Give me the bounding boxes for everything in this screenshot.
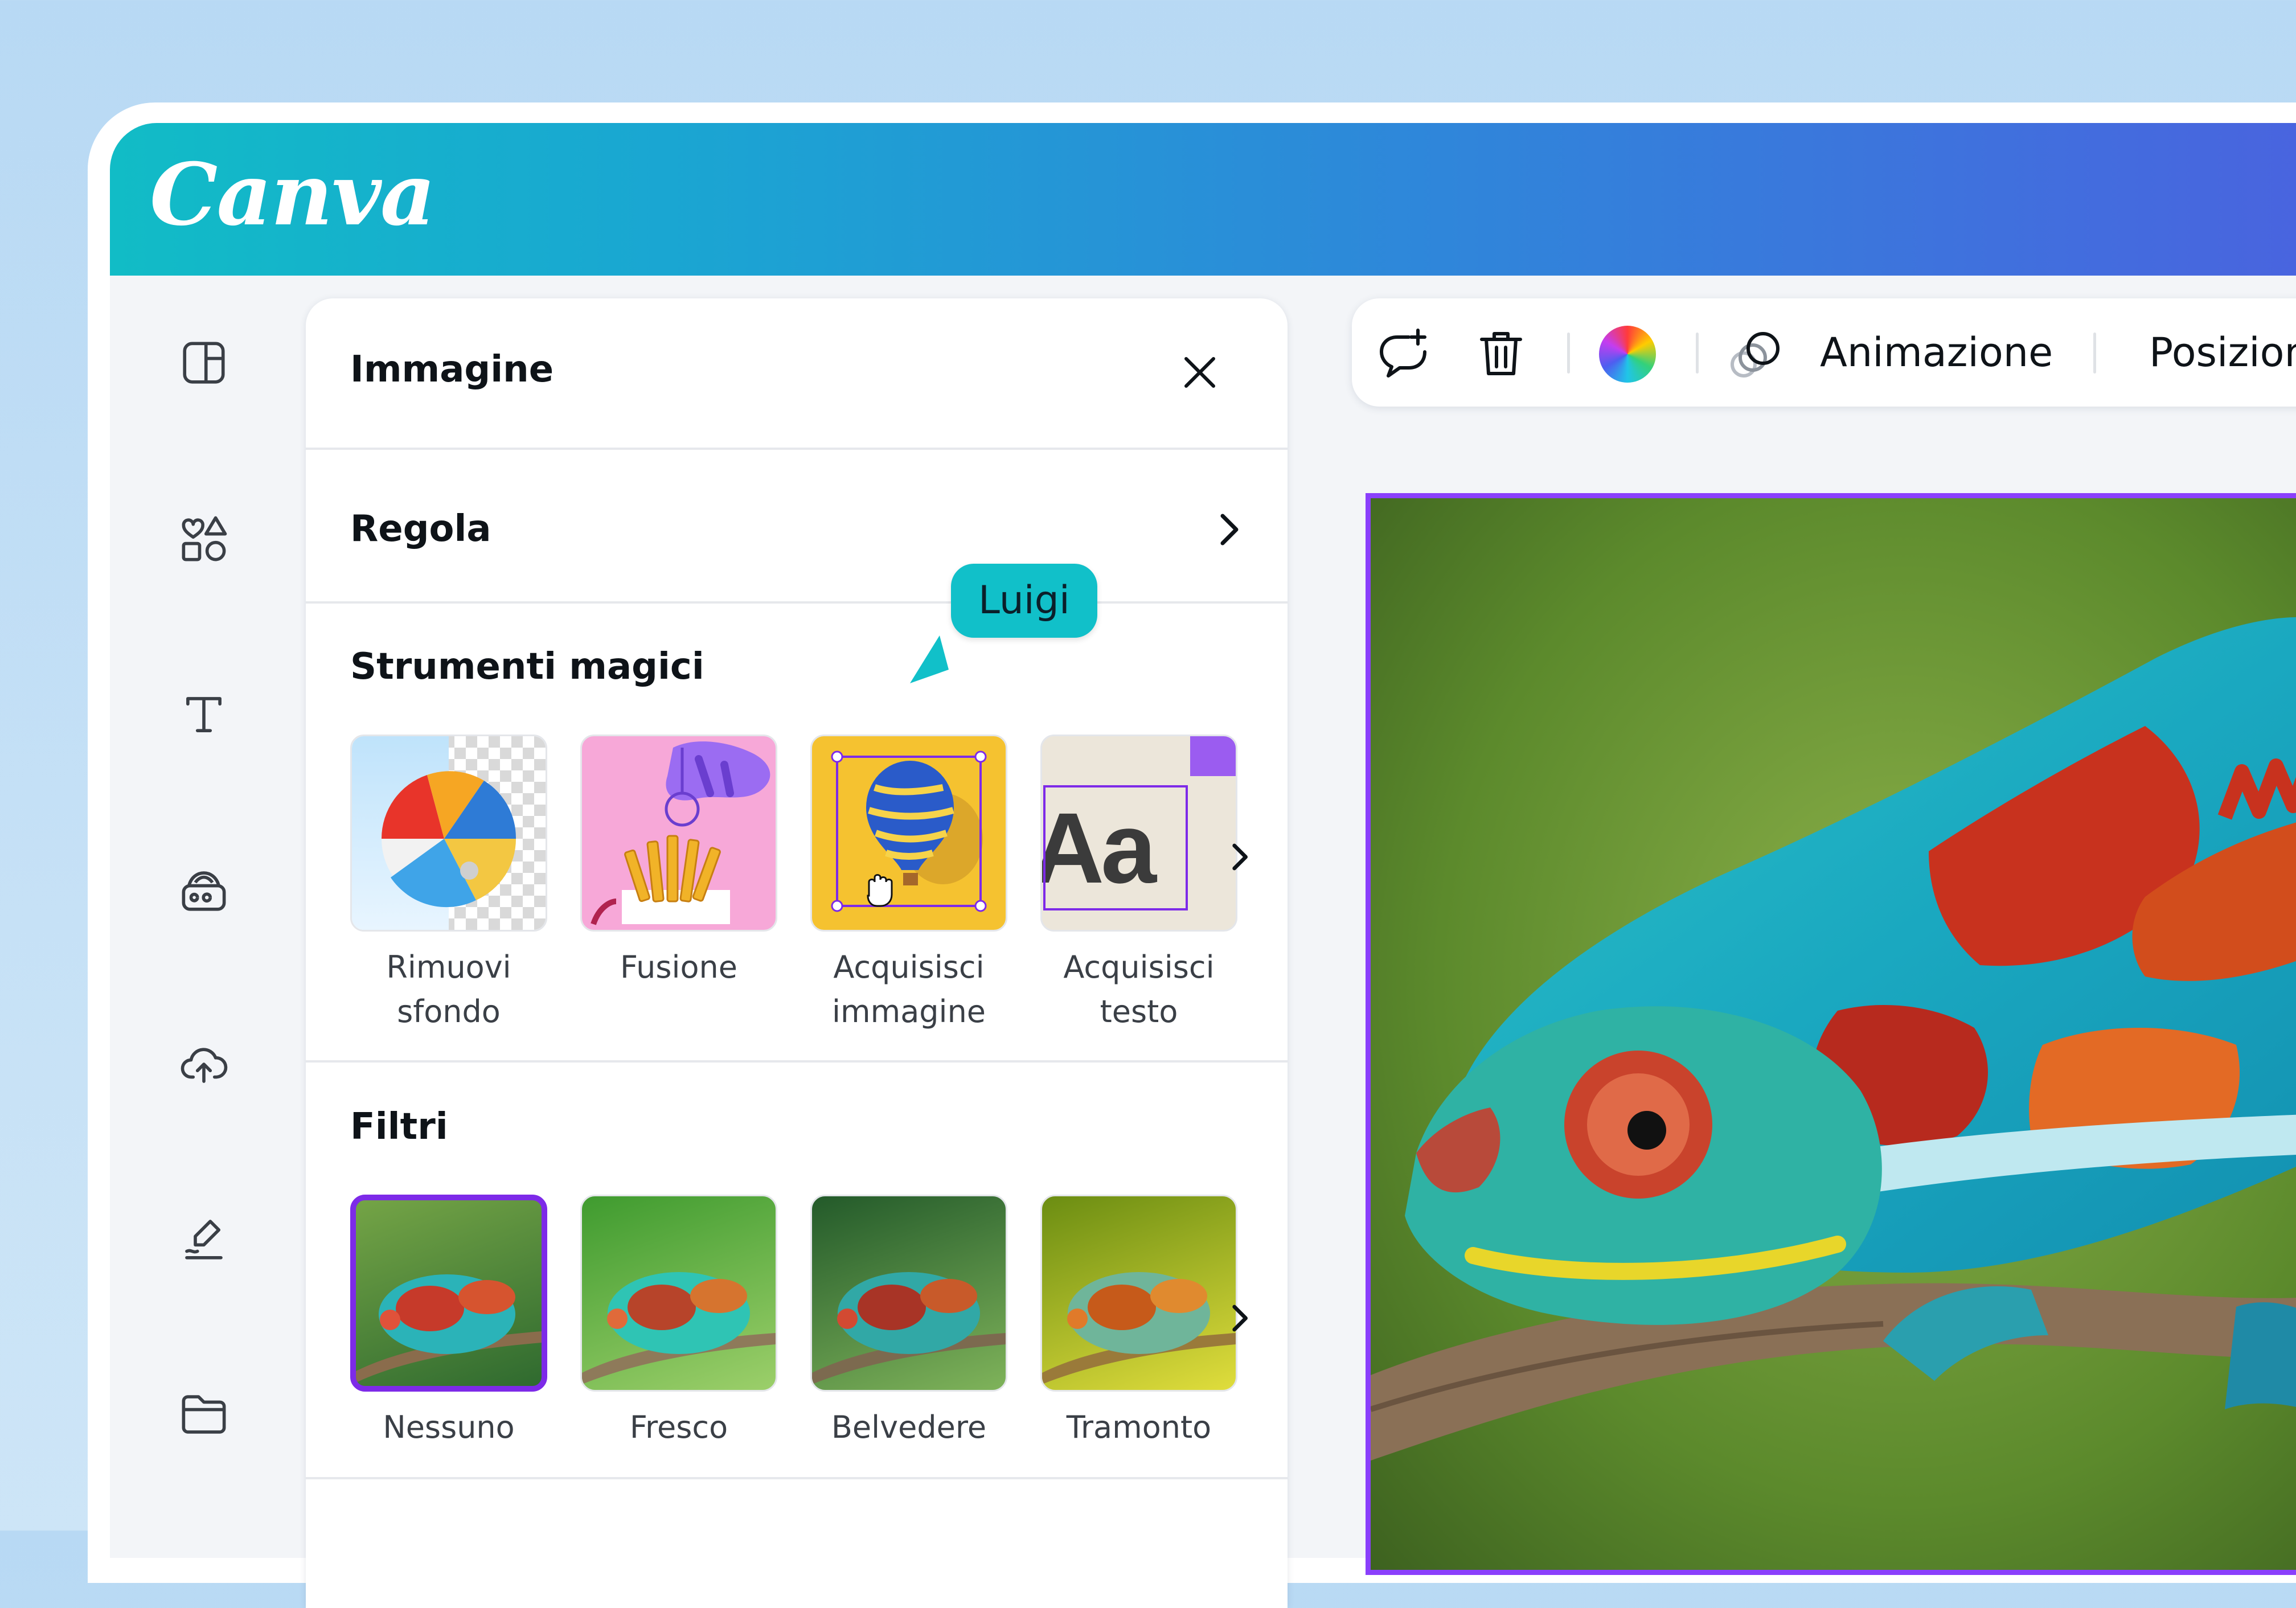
grab-image-thumbnail xyxy=(810,735,1007,932)
collaborator-cursor-icon xyxy=(905,631,962,688)
selection-box xyxy=(1043,785,1188,910)
toolbar-separator xyxy=(1567,333,1570,374)
collaborator-label: Luigi xyxy=(951,564,1097,638)
text-icon[interactable] xyxy=(178,689,229,740)
chevron-right-icon[interactable] xyxy=(1225,1298,1253,1338)
brand-icon[interactable] xyxy=(178,864,229,916)
chevron-right-icon xyxy=(1211,507,1245,552)
tool-label xyxy=(580,990,777,1034)
add-comment-icon[interactable] xyxy=(1375,326,1432,383)
magic-tools-title: Strumenti magici xyxy=(350,646,704,688)
tool-label: Acquisisci xyxy=(833,949,985,985)
tool-label: Fusione xyxy=(620,949,737,985)
elements-icon[interactable] xyxy=(178,514,229,565)
layout-icon[interactable] xyxy=(178,337,229,388)
chevron-right-icon[interactable] xyxy=(1225,837,1253,877)
filter-thumbnail xyxy=(1040,1195,1237,1392)
filter-none[interactable]: Nessuno xyxy=(350,1195,547,1450)
filter-belvedere[interactable]: Belvedere xyxy=(810,1195,1007,1450)
close-icon[interactable] xyxy=(1177,350,1223,395)
draw-icon[interactable] xyxy=(178,1213,229,1264)
filter-thumbnail xyxy=(350,1195,547,1392)
folder-icon[interactable] xyxy=(178,1388,229,1439)
position-button[interactable]: Posizion xyxy=(2149,327,2296,378)
tool-grab-text[interactable]: Aa Acquisisci testo xyxy=(1040,735,1237,1034)
adjust-row[interactable]: Regola xyxy=(306,452,1288,602)
top-bar: Canva xyxy=(110,123,2296,276)
remove-background-thumbnail xyxy=(350,735,547,932)
adjust-label: Regola xyxy=(350,508,491,550)
filter-tramonto[interactable]: Tramonto xyxy=(1040,1195,1237,1450)
tool-blend[interactable]: Fusione xyxy=(580,735,777,1034)
filter-label: Nessuno xyxy=(383,1409,515,1445)
filters-title: Filtri xyxy=(350,1106,448,1148)
tool-label: sfondo xyxy=(397,994,501,1029)
filter-label: Belvedere xyxy=(831,1409,987,1445)
tool-remove-background[interactable]: Rimuovi sfondo xyxy=(350,735,547,1034)
tool-label: immagine xyxy=(831,994,986,1029)
tool-label: testo xyxy=(1100,994,1178,1029)
toolbar-separator xyxy=(2093,333,2096,374)
element-toolbar: Animazione Posizion xyxy=(1352,298,2296,407)
chameleon-photo xyxy=(1371,498,2296,1570)
tool-grab-image[interactable]: Acquisisci immagine xyxy=(810,735,1007,1034)
tool-label: Acquisisci xyxy=(1063,949,1215,985)
delete-icon[interactable] xyxy=(1473,326,1530,383)
filter-thumbnail xyxy=(810,1195,1007,1392)
grab-text-accent xyxy=(1190,736,1236,776)
filter-thumbnail xyxy=(580,1195,777,1392)
tool-label: Rimuovi xyxy=(386,949,511,985)
panel-title: Immagine xyxy=(350,348,554,391)
canva-logo[interactable]: Canva xyxy=(150,145,436,245)
design-canvas[interactable] xyxy=(1366,493,2296,1575)
grab-text-thumbnail: Aa xyxy=(1040,735,1237,932)
animation-button[interactable]: Animazione xyxy=(1820,327,2053,378)
filter-label: Fresco xyxy=(629,1409,728,1445)
upload-icon[interactable] xyxy=(178,1039,229,1090)
filter-fresco[interactable]: Fresco xyxy=(580,1195,777,1450)
blend-thumbnail xyxy=(580,735,777,932)
filter-label: Tramonto xyxy=(1066,1409,1212,1445)
color-wheel-icon[interactable] xyxy=(1599,326,1656,383)
image-panel: Immagine Regola Strumenti magici Rimuovi… xyxy=(306,298,1288,1608)
toolbar-separator xyxy=(1696,333,1699,374)
divider xyxy=(306,601,1288,604)
animation-icon[interactable] xyxy=(1728,326,1785,383)
divider xyxy=(306,1060,1288,1063)
color-wheel xyxy=(1599,326,1656,383)
divider xyxy=(306,448,1288,450)
divider xyxy=(306,1477,1288,1479)
